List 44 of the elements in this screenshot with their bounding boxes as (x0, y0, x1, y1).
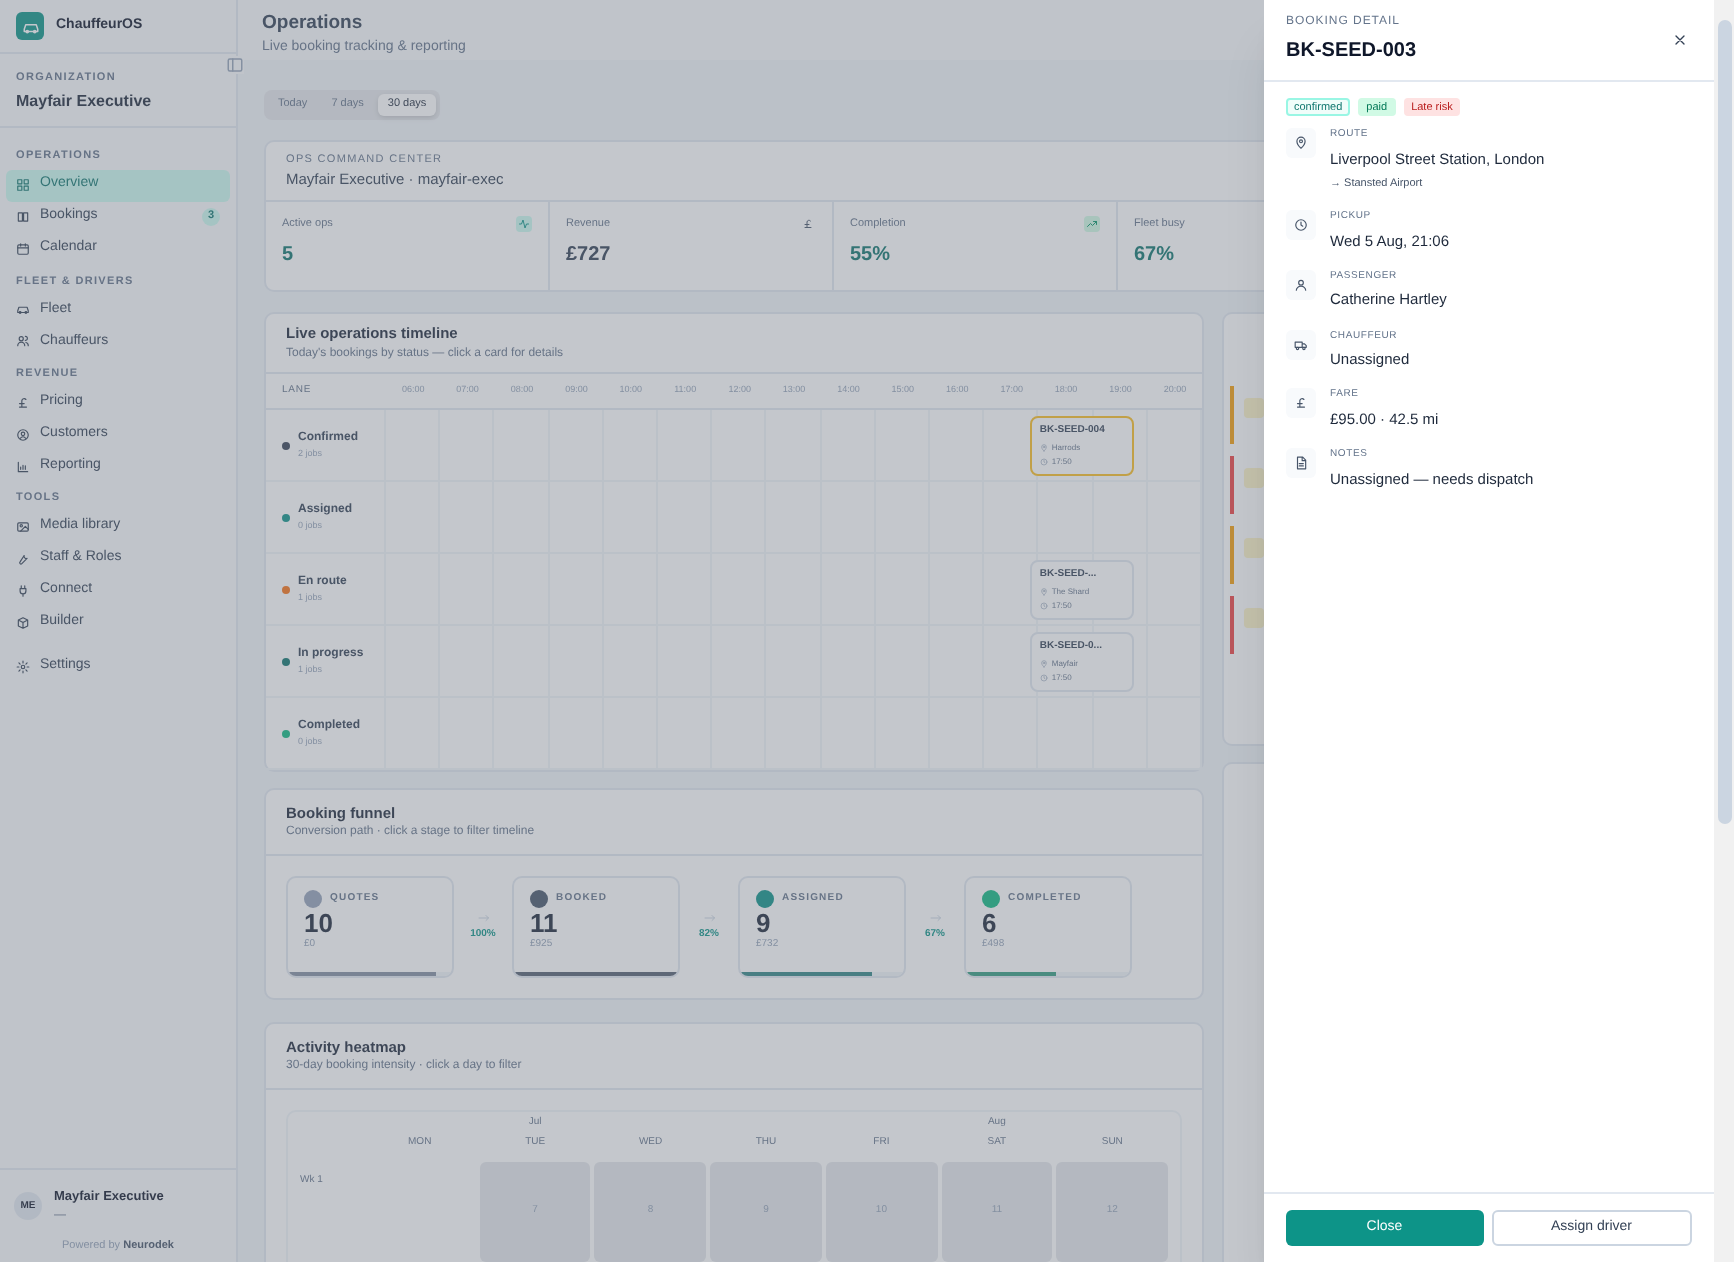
clock-icon (1039, 457, 1048, 465)
scrollbar-thumb[interactable] (1717, 20, 1731, 824)
stat-value: £727 (566, 242, 611, 271)
pound-icon (800, 216, 816, 233)
calendar-icon (16, 242, 30, 256)
close-icon (1672, 32, 1688, 48)
alert-icon-tile (1244, 468, 1264, 488)
drawer-title: BK-SEED-003 (1286, 38, 1417, 66)
stage-count: 6 (982, 908, 999, 938)
stage-count: 11 (530, 908, 560, 938)
sidebar-toggle-icon[interactable] (226, 56, 244, 74)
scrollbar-track[interactable] (1714, 0, 1734, 1262)
wrench-icon (16, 551, 30, 566)
pound-icon (1294, 396, 1308, 411)
person-icon (1294, 277, 1308, 292)
stat-value: 55% (850, 242, 891, 271)
plug-icon (16, 583, 30, 598)
users-icon (16, 334, 30, 349)
page-title: Operations (262, 10, 363, 38)
document-icon (1294, 456, 1308, 470)
stat-value: 5 (282, 242, 294, 271)
clock-icon (1039, 673, 1048, 681)
alert-icon-tile (1244, 398, 1264, 418)
pound-icon (16, 395, 30, 409)
alert-icon-tile (1244, 538, 1264, 558)
user-circle-icon (16, 427, 30, 441)
image-icon (16, 519, 30, 534)
settings-icon (16, 659, 30, 674)
van-icon (1294, 337, 1308, 351)
activity-icon (516, 216, 532, 233)
trend-up-icon (1084, 216, 1100, 233)
bar-chart-icon (16, 459, 30, 473)
pin-icon (1294, 136, 1308, 150)
car-icon (16, 302, 30, 317)
book-icon (16, 210, 30, 224)
grid-icon (16, 178, 30, 192)
clock-icon (1294, 218, 1308, 232)
organization-name: Mayfair Executive (16, 90, 154, 115)
alert-icon-tile (1244, 608, 1264, 628)
stage-count: 9 (756, 908, 773, 938)
cube-icon (16, 615, 30, 630)
clock-icon (1039, 601, 1048, 609)
stage-count: 10 (304, 908, 335, 938)
stat-value: 67% (1134, 242, 1175, 271)
